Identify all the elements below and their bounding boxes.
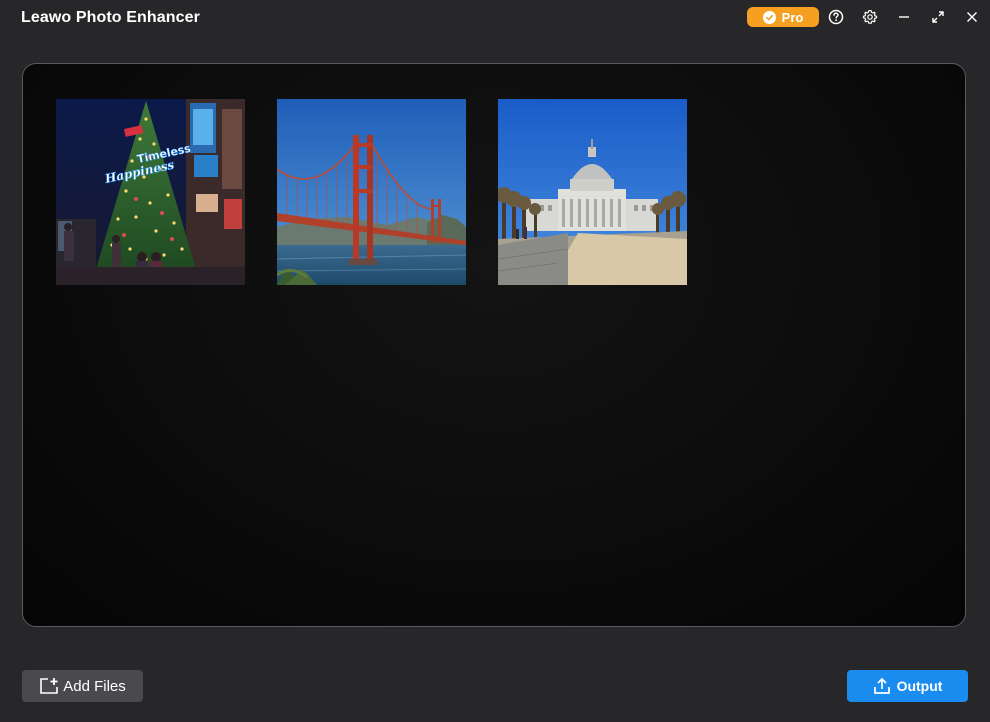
pro-label: Pro [781,9,804,25]
close-icon[interactable] [963,8,981,26]
christmas-tree-photo[interactable]: Timeless Happiness [56,99,245,285]
help-icon[interactable] [827,8,845,26]
app-title: Leawo Photo Enhancer [21,9,200,26]
add-files-button[interactable]: Add Files [22,670,143,702]
city-hall-photo[interactable] [498,99,687,285]
add-files-label: Add Files [63,677,126,695]
golden-gate-bridge-photo[interactable] [277,99,466,285]
output-label: Output [896,678,943,694]
gear-icon[interactable] [861,8,879,26]
photo-drop-area[interactable]: Timeless Happiness [22,63,966,627]
upload-icon [873,677,891,695]
app-window: Leawo Photo Enhancer Pro Timeless Happin… [0,0,990,722]
expand-icon[interactable] [929,8,947,26]
title-bar: Leawo Photo Enhancer Pro [0,0,990,38]
output-button[interactable]: Output [847,670,968,702]
check-icon [762,10,776,24]
pro-button[interactable]: Pro [747,7,819,27]
minimize-icon[interactable] [895,8,913,26]
add-file-icon [39,677,59,695]
